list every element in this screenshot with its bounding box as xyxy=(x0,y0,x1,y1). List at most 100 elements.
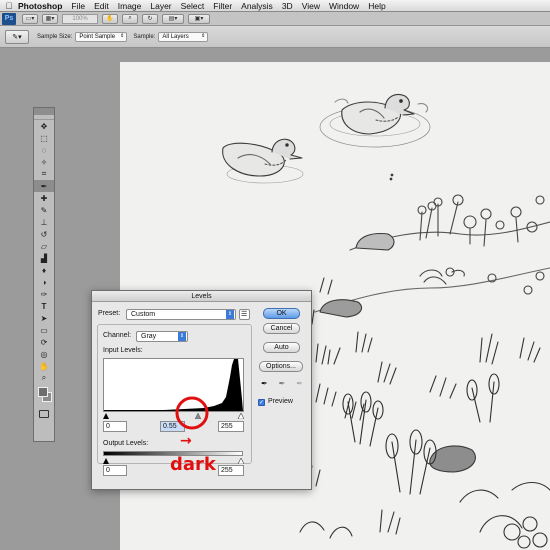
duck-sketch xyxy=(222,138,304,184)
black-eyedropper-icon[interactable]: ✒ xyxy=(261,379,268,390)
menu-help[interactable]: Help xyxy=(368,1,385,11)
hand-tool[interactable]: ✋ xyxy=(34,360,54,372)
3d-rotate-tool[interactable]: ⟳ xyxy=(34,336,54,348)
menu-file[interactable]: File xyxy=(71,1,85,11)
healing-brush-tool[interactable]: ✚ xyxy=(34,192,54,204)
brush-tool[interactable]: ✎ xyxy=(34,204,54,216)
eyedropper-tool[interactable]: ✒ xyxy=(34,180,54,192)
clone-stamp-tool[interactable]: ⊥ xyxy=(34,216,54,228)
input-black-slider xyxy=(103,413,109,419)
bucket-icon: ▟ xyxy=(40,253,48,263)
menu-app-name[interactable]: Photoshop xyxy=(18,1,62,11)
dodge-tool[interactable]: ◑ xyxy=(34,276,54,288)
application-bar: Ps ▭▾ ▦▾ 100% ✋ ⌕ ↻ ▤▾ ▣▾ xyxy=(0,12,550,26)
output-levels-label: Output Levels: xyxy=(103,440,149,447)
quick-mask-icon xyxy=(39,410,49,418)
channel-select[interactable]: Gray ⇕ xyxy=(136,331,188,342)
output-black-slider xyxy=(103,458,109,464)
history-brush-tool[interactable]: ↺ xyxy=(34,228,54,240)
arrange-icon: ▤▾ xyxy=(168,16,178,22)
grid-icon: ▦▾ xyxy=(45,16,55,22)
lasso-tool[interactable]: ◌ xyxy=(34,144,54,156)
foreground-color-swatch[interactable] xyxy=(38,387,48,397)
move-tool[interactable]: ✥ xyxy=(34,120,54,132)
lasso-icon: ◌ xyxy=(41,145,47,155)
marquee-tool[interactable]: ⬚ xyxy=(34,132,54,144)
options-bar: ✎▾ Sample Size: Point Sample ⇕ Sample: Al… xyxy=(0,26,550,48)
chevron-updown-icon: ⇕ xyxy=(178,332,186,341)
hand-icon: ✋ xyxy=(106,16,114,22)
sample-size-value: Point Sample xyxy=(79,33,116,40)
menu-analysis[interactable]: Analysis xyxy=(241,1,273,11)
screen-mode-button[interactable]: ▣▾ xyxy=(188,13,210,24)
quick-selection-tool[interactable]: ✧ xyxy=(34,156,54,168)
dodge-icon: ◑ xyxy=(41,277,47,287)
menu-filter[interactable]: Filter xyxy=(213,1,232,11)
pen-tool[interactable]: ✑ xyxy=(34,288,54,300)
move-icon: ✥ xyxy=(40,121,48,131)
quick-mask-button[interactable] xyxy=(34,408,54,420)
zoom-tool[interactable]: ⌕ xyxy=(34,372,54,384)
input-levels-label: Input Levels: xyxy=(103,347,143,354)
pen-icon: ✑ xyxy=(40,289,48,299)
menu-edit[interactable]: Edit xyxy=(94,1,109,11)
sample-label: Sample: xyxy=(133,33,156,40)
extras-button[interactable]: ▦▾ xyxy=(42,13,58,24)
gradient-tool[interactable]: ▟ xyxy=(34,252,54,264)
menu-select[interactable]: Select xyxy=(181,1,205,11)
3d-orbit-tool[interactable]: ◎ xyxy=(34,348,54,360)
preview-checkbox[interactable]: ✓ xyxy=(258,399,265,406)
wand-icon: ✧ xyxy=(40,157,48,167)
eyedropper-icon: ✒ xyxy=(40,181,48,191)
output-white-slider xyxy=(237,457,245,465)
cancel-button[interactable]: Cancel xyxy=(263,323,300,334)
sample-value: All Layers xyxy=(162,33,189,40)
marquee-icon: ⬚ xyxy=(40,133,48,143)
crop-tool[interactable]: ⌗ xyxy=(34,168,54,180)
output-white-field[interactable]: 255 xyxy=(218,465,244,476)
shape-tool[interactable]: ▭ xyxy=(34,324,54,336)
tools-panel: ✥ ⬚ ◌ ✧ ⌗ ✒ ✚ ✎ ⊥ ↺ ▱ ▟ ♦ ◑ ✑ T ➤ ▭ ⟳ ◎ … xyxy=(33,107,55,442)
zoom-tool-button[interactable]: ⌕ xyxy=(122,13,138,24)
preset-select[interactable]: Custom ⇕ xyxy=(126,309,236,320)
type-tool[interactable]: T xyxy=(34,300,54,312)
menu-layer[interactable]: Layer xyxy=(150,1,171,11)
channel-value: Gray xyxy=(141,333,157,340)
droplet-icon: ♦ xyxy=(41,265,47,275)
zoom-field[interactable]: 100% xyxy=(62,13,98,24)
menu-3d[interactable]: 3D xyxy=(282,1,293,11)
input-white-slider xyxy=(237,412,245,420)
menu-view[interactable]: View xyxy=(302,1,320,11)
gray-eyedropper-icon[interactable]: ✒ xyxy=(279,379,286,390)
tools-panel-titlebar[interactable] xyxy=(34,108,54,115)
bridge-button[interactable]: ▭▾ xyxy=(22,13,38,24)
options-button[interactable]: Options... xyxy=(259,361,303,372)
arrange-documents-button[interactable]: ▤▾ xyxy=(162,13,184,24)
tool-preset-picker[interactable]: ✎▾ xyxy=(5,29,29,44)
rotate-view-button[interactable]: ↻ xyxy=(142,13,158,24)
input-white-field[interactable]: 255 xyxy=(218,421,244,432)
input-black-field[interactable]: 0 xyxy=(103,421,127,432)
sample-size-select[interactable]: Point Sample ⇕ xyxy=(75,31,128,42)
white-eyedropper-icon[interactable]: ✒ xyxy=(296,379,303,390)
path-selection-tool[interactable]: ➤ xyxy=(34,312,54,324)
annotation-text: dark xyxy=(170,454,216,475)
history-brush-icon: ↺ xyxy=(40,229,48,239)
menu-window[interactable]: Window xyxy=(329,1,359,11)
hand-icon: ✋ xyxy=(39,361,49,371)
arrow-icon: ➤ xyxy=(40,313,48,323)
apple-icon[interactable]:  xyxy=(0,1,18,11)
3d-rotate-icon: ⟳ xyxy=(40,337,48,347)
hand-tool-button[interactable]: ✋ xyxy=(102,13,118,24)
menu-image[interactable]: Image xyxy=(118,1,142,11)
preset-options-button[interactable]: ☰ xyxy=(239,309,250,320)
ok-button[interactable]: OK xyxy=(263,308,300,319)
auto-button[interactable]: Auto xyxy=(263,342,300,353)
eraser-tool[interactable]: ▱ xyxy=(34,240,54,252)
sample-select[interactable]: All Layers ⇕ xyxy=(158,31,209,42)
rectangle-icon: ▭ xyxy=(40,325,48,335)
blur-tool[interactable]: ♦ xyxy=(34,264,54,276)
levels-dialog-title[interactable]: Levels xyxy=(92,291,311,302)
preset-menu-icon: ☰ xyxy=(241,311,248,318)
output-black-field[interactable]: 0 xyxy=(103,465,127,476)
